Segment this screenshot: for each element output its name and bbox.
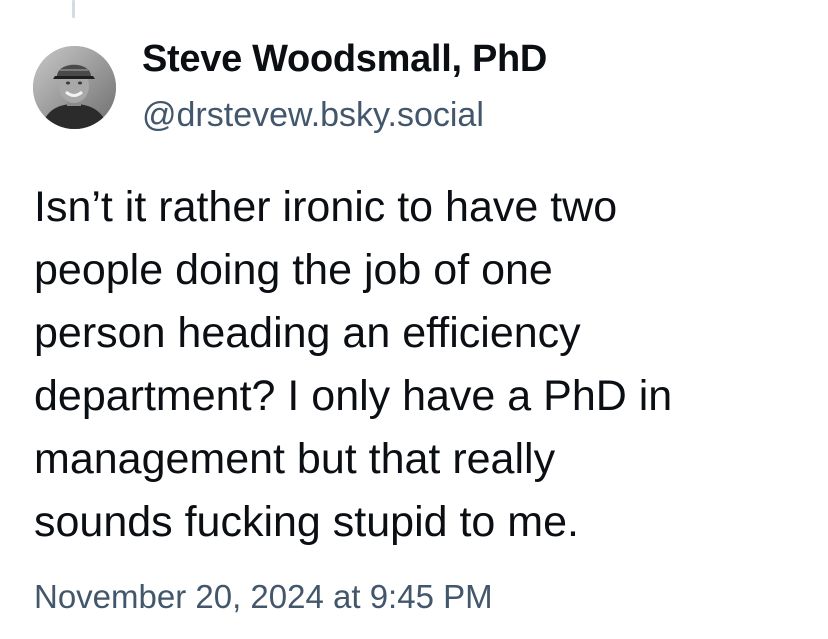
- avatar[interactable]: [33, 46, 116, 129]
- post-text: Isn’t it rather ironic to have two peopl…: [34, 183, 673, 546]
- avatar-photo: [33, 46, 116, 129]
- thread-connector-line: [72, 0, 75, 18]
- post-timestamp[interactable]: November 20, 2024 at 9:45 PM: [34, 578, 493, 616]
- author-handle[interactable]: @drstevew.bsky.social: [142, 96, 484, 135]
- author-display-name[interactable]: Steve Woodsmall, PhD: [142, 38, 547, 81]
- post-card: Steve Woodsmall, PhD @drstevew.bsky.soci…: [0, 0, 828, 639]
